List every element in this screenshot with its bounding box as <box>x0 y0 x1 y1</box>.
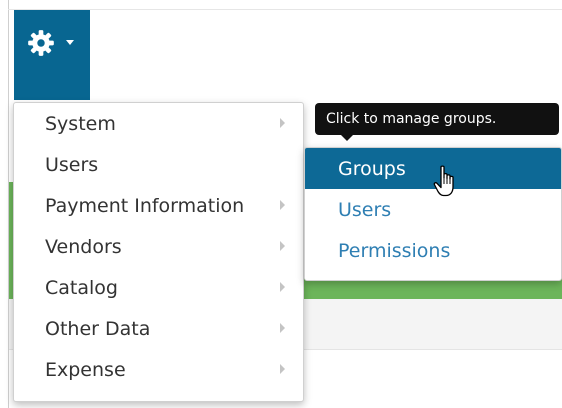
settings-dropdown-menu: System Users Payment Information Vendors… <box>13 102 304 402</box>
chevron-right-icon <box>280 364 285 374</box>
submenu-item-label: Permissions <box>338 240 451 262</box>
menu-item-label: Users <box>45 154 99 176</box>
submenu-item-permissions[interactable]: Permissions <box>305 230 561 271</box>
chevron-right-icon <box>280 282 285 292</box>
menu-item-payment-information[interactable]: Payment Information <box>14 185 303 226</box>
menu-item-label: System <box>45 113 116 135</box>
submenu-item-label: Users <box>338 199 392 221</box>
menu-item-system[interactable]: System <box>14 103 303 144</box>
settings-menu-button[interactable] <box>14 10 90 100</box>
menu-item-label: Other Data <box>45 318 151 340</box>
gear-icon <box>28 30 54 56</box>
menu-item-label: Vendors <box>45 236 122 258</box>
menu-item-other-data[interactable]: Other Data <box>14 308 303 349</box>
menu-item-users[interactable]: Users <box>14 144 303 185</box>
caret-down-icon <box>66 40 74 45</box>
tooltip-text: Click to manage groups. <box>326 111 497 127</box>
hand-pointer-icon <box>433 165 454 197</box>
menu-item-label: Payment Information <box>45 195 245 217</box>
menu-item-label: Expense <box>45 359 126 381</box>
groups-tooltip: Click to manage groups. <box>315 103 559 141</box>
chevron-right-icon <box>280 118 285 128</box>
menu-item-expense[interactable]: Expense <box>14 349 303 390</box>
menu-item-vendors[interactable]: Vendors <box>14 226 303 267</box>
menu-item-label: Catalog <box>45 277 118 299</box>
chevron-right-icon <box>280 200 285 210</box>
submenu-item-label: Groups <box>338 158 406 180</box>
tooltip-arrow <box>341 135 353 141</box>
chevron-right-icon <box>280 241 285 251</box>
chevron-right-icon <box>280 323 285 333</box>
page-frame-top-edge <box>8 9 562 10</box>
menu-item-catalog[interactable]: Catalog <box>14 267 303 308</box>
